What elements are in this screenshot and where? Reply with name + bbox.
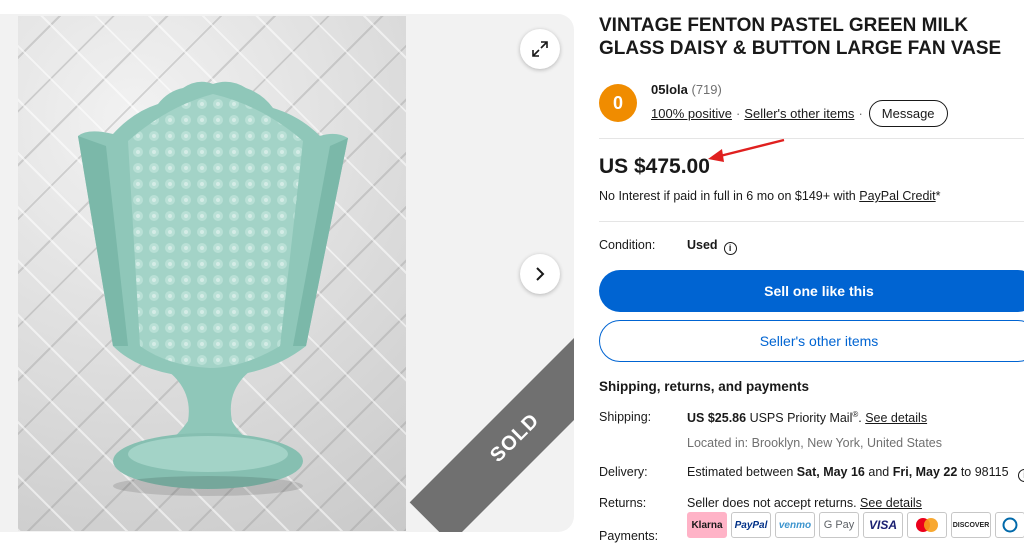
seller-name[interactable]: 05lola (651, 82, 688, 97)
condition-label: Condition: (599, 238, 656, 252)
product-photo[interactable] (18, 16, 406, 531)
klarna-icon: Klarna (687, 512, 727, 538)
annotation-arrow-icon (708, 138, 785, 162)
positive-feedback-link[interactable]: 100% positive (651, 106, 732, 121)
discover-icon: DISCOVER (951, 512, 991, 538)
seller-name-line: 05lola (719) (651, 82, 722, 97)
feedback-count: (719) (691, 82, 722, 97)
message-button[interactable]: Message (868, 100, 948, 127)
mastercard-icon (907, 512, 947, 538)
seller-avatar[interactable]: 0 (599, 84, 637, 122)
info-icon[interactable]: i (1018, 468, 1024, 482)
divider (599, 138, 1024, 139)
returns-see-details-link[interactable]: See details (860, 496, 922, 510)
seller-links: 100% positive · Seller's other items · M… (651, 100, 948, 127)
shipping-see-details-link[interactable]: See details (865, 411, 927, 425)
shipping-service: USPS Priority Mail (749, 411, 853, 426)
shipping-heading: Shipping, returns, and payments (599, 379, 810, 394)
paypal-credit-link[interactable]: PayPal Credit (859, 189, 935, 203)
item-title: VINTAGE FENTON PASTEL GREEN MILK GLASS D… (599, 15, 1002, 59)
vase-image (78, 81, 348, 496)
venmo-icon: venmo (775, 512, 815, 538)
sold-ribbon: SOLD (409, 332, 574, 532)
sell-one-like-this-button[interactable]: Sell one like this (599, 270, 1024, 312)
price: US $475.00 (599, 155, 710, 178)
visa-icon: VISA (863, 512, 903, 538)
payment-methods: Klarna PayPal venmo G Pay VISA DISCOVER (687, 512, 1024, 538)
expand-icon[interactable] (520, 29, 560, 69)
divider (599, 221, 1024, 222)
image-gallery: SOLD (0, 14, 574, 532)
financing-text: No Interest if paid in full in 6 mo on $… (599, 189, 941, 203)
shipping-price: US $25.86 (687, 411, 747, 426)
google-pay-icon: G Pay (819, 512, 859, 538)
next-image-button[interactable] (520, 254, 560, 294)
diners-icon (995, 512, 1024, 538)
seller-other-items-button[interactable]: Seller's other items (599, 320, 1024, 362)
chevron-right-icon (536, 267, 545, 281)
condition-value: Used i (687, 238, 737, 255)
item-location: Located in: Brooklyn, New York, United S… (687, 436, 943, 450)
paypal-icon: PayPal (731, 512, 771, 538)
info-icon[interactable]: i (723, 241, 737, 255)
seller-other-items-link[interactable]: Seller's other items (744, 106, 854, 121)
item-details: VINTAGE FENTON PASTEL GREEN MILK GLASS D… (599, 14, 1024, 543)
